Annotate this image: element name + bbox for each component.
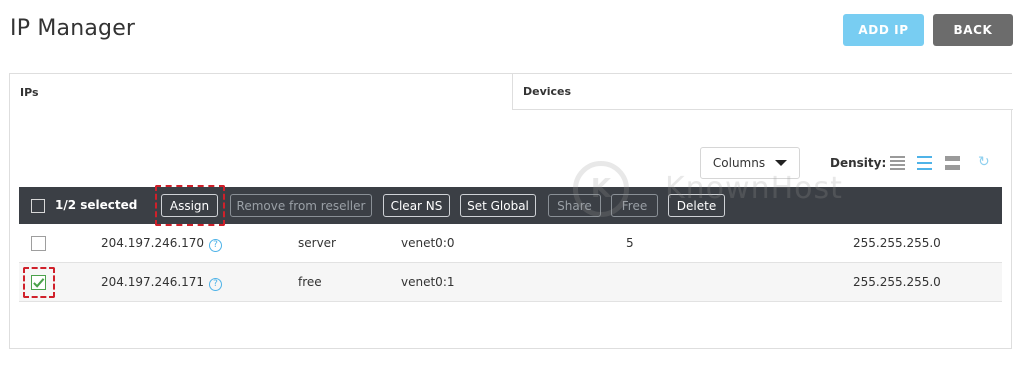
clear-ns-button[interactable]: Clear NS [383,194,450,217]
density-standard-icon[interactable] [917,156,932,170]
help-icon[interactable]: ? [209,278,223,291]
ip-address: 204.197.246.170 [101,236,205,250]
caret-down-icon [775,160,788,166]
netmask-cell: 255.255.255.0 [853,236,941,250]
remove-from-reseller-button[interactable]: Remove from reseller [230,194,372,217]
interface-cell: venet0:1 [401,275,455,289]
add-ip-button[interactable]: ADD IP [843,14,924,46]
count-cell: 5 [626,236,634,250]
table-row[interactable]: 204.197.246.170? server venet0:0 5 255.2… [19,224,1002,263]
interface-cell: venet0:0 [401,236,455,250]
tab-devices[interactable]: Devices [512,74,1013,110]
ip-address: 204.197.246.171 [101,275,205,289]
ip-address-cell: 204.197.246.170? [101,236,223,252]
share-button[interactable]: Share [548,194,601,217]
select-all-checkbox[interactable] [31,199,45,213]
table-row[interactable]: 204.197.246.171? free venet0:1 255.255.2… [19,263,1002,302]
set-global-button[interactable]: Set Global [460,194,536,217]
density-compact-icon[interactable] [890,156,905,170]
back-button[interactable]: BACK [933,14,1013,46]
refresh-icon[interactable]: ↻ [978,154,990,170]
ip-panel: IPs Devices Columns Density: ↻ 1/2 selec… [9,73,1013,349]
netmask-cell: 255.255.255.0 [853,275,941,289]
tab-ips[interactable]: IPs [10,74,512,110]
page-title: IP Manager [10,16,136,41]
delete-button[interactable]: Delete [668,194,725,217]
checkmark-icon [33,278,45,288]
status-cell: server [298,236,336,250]
ip-address-cell: 204.197.246.171? [101,275,223,291]
density-comfortable-icon[interactable] [945,156,960,170]
free-button[interactable]: Free [611,194,658,217]
row-checkbox[interactable] [31,236,46,251]
row-checkbox[interactable] [31,275,46,290]
status-cell: free [298,275,322,289]
density-label: Density: [830,156,887,170]
selection-count: 1/2 selected [55,198,138,212]
assign-button[interactable]: Assign [161,194,218,217]
columns-label: Columns [712,156,766,170]
bulk-action-toolbar: 1/2 selected Assign Remove from reseller… [19,185,1002,226]
columns-dropdown[interactable]: Columns [700,147,800,179]
help-icon[interactable]: ? [209,239,223,252]
